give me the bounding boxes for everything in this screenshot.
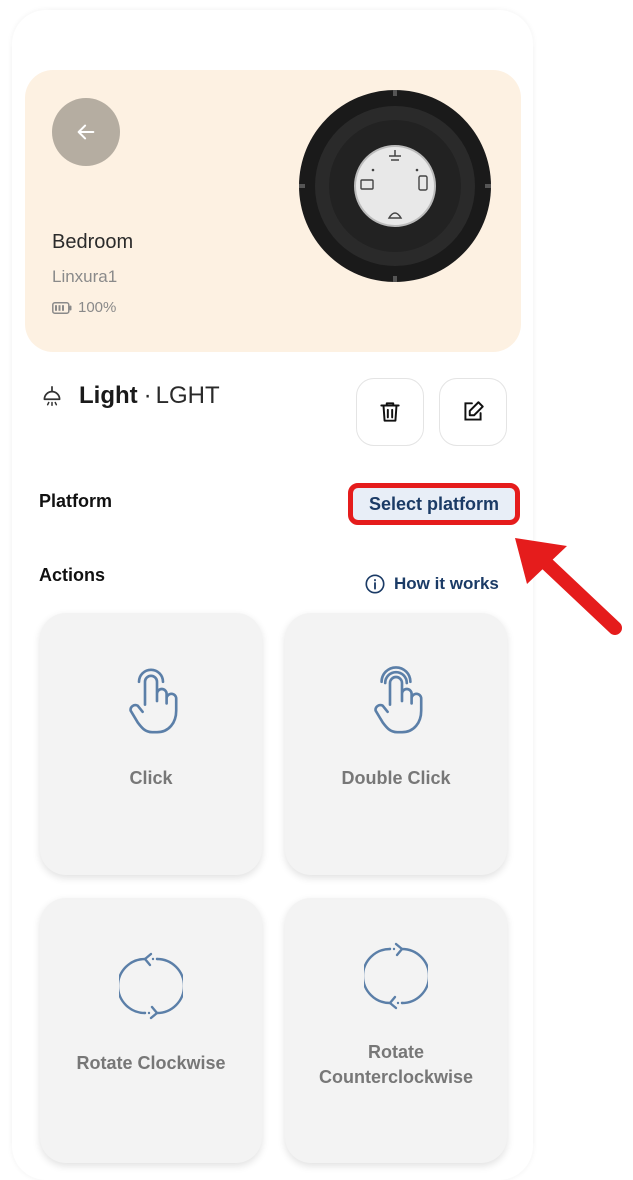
arrow-left-icon [77, 124, 95, 140]
action-card-click[interactable]: Click [40, 613, 262, 875]
red-annotation-arrow-icon [515, 538, 622, 635]
action-card-double-click[interactable]: Double Click [285, 613, 507, 875]
back-button[interactable] [52, 98, 120, 166]
platform-label: Platform [39, 491, 113, 511]
trash-icon [380, 402, 400, 422]
ceiling-light-icon [43, 386, 61, 406]
edit-button[interactable] [439, 378, 507, 446]
actions-label: Actions [39, 565, 106, 585]
delete-button[interactable] [356, 378, 424, 446]
action-card-label: Double Click [341, 768, 451, 788]
edit-icon [464, 401, 484, 421]
entity-code: LGHT [155, 382, 220, 409]
entity-title: Light · LGHT [39, 382, 220, 410]
select-platform-button[interactable]: Select platform [348, 483, 520, 525]
info-icon [365, 574, 385, 594]
action-card-rotate-counterclockwise[interactable]: Rotate Counterclockwise [285, 898, 507, 1163]
battery-icon [52, 301, 72, 314]
how-it-works-label: How it works [394, 574, 499, 593]
battery-level: 100% [78, 299, 117, 316]
device-knob-image [299, 90, 491, 282]
how-it-works-link[interactable]: How it works [364, 573, 499, 595]
device-name: Bedroom [52, 231, 134, 253]
device-header-card: Bedroom Linxura1 100% [25, 70, 521, 352]
action-card-rotate-clockwise[interactable]: Rotate Clockwise [40, 898, 262, 1163]
device-model: Linxura1 [52, 267, 118, 286]
double-tap-gesture-icon [374, 666, 423, 734]
action-card-label: Click [129, 768, 173, 788]
tap-gesture-icon [129, 668, 178, 734]
action-card-label: Rotate Clockwise [76, 1053, 226, 1073]
app-screen: Bedroom Linxura1 100% Light · LGHT Platf… [12, 10, 533, 1180]
entity-separator: · [143, 382, 152, 409]
entity-name: Light [79, 382, 138, 409]
action-card-label: Rotate Counterclockwise [318, 1042, 474, 1087]
rotate-counterclockwise-icon [364, 942, 428, 1010]
rotate-clockwise-icon [119, 952, 183, 1020]
battery-status: 100% [52, 299, 116, 316]
